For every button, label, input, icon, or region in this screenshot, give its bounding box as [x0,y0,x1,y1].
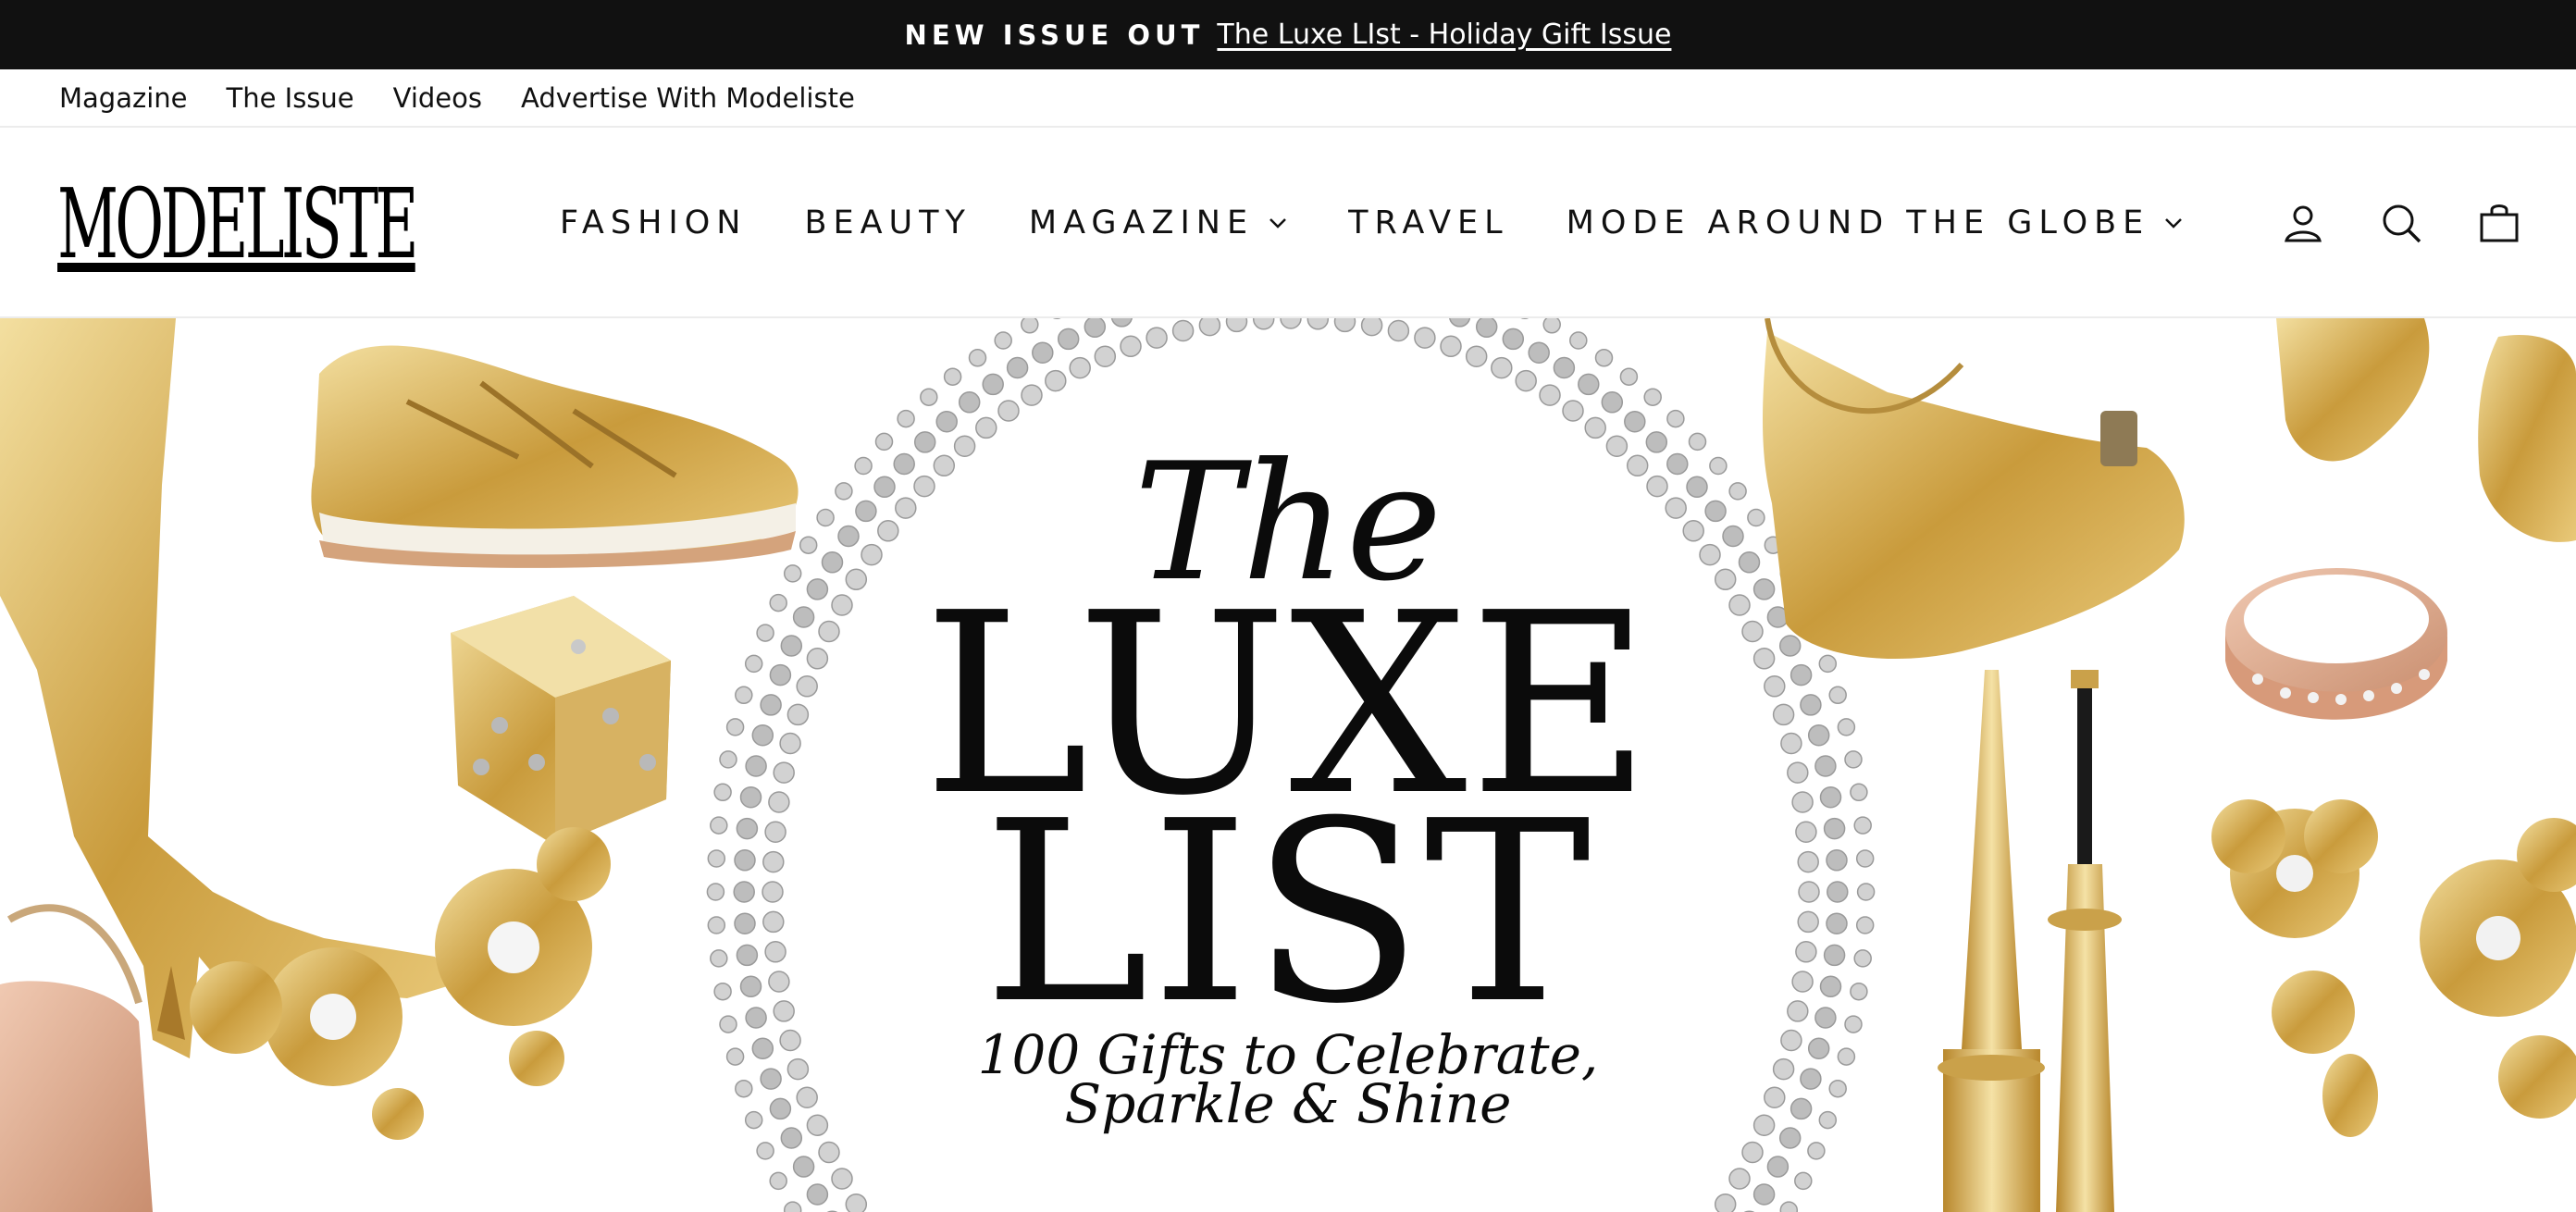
utility-nav: Magazine The Issue Videos Advertise With… [0,69,2576,128]
main-nav: FASHION BEAUTY MAGAZINE TRAVEL MODE AROU… [560,128,2186,318]
hero-banner[interactable]: The LUXE LIST 100 Gifts to Celebrate, Sp… [0,318,2576,1212]
announcement-kicker: NEW ISSUE OUT [904,19,1205,51]
nav-item-label: TRAVEL [1348,204,1509,241]
utility-link-the-issue[interactable]: The Issue [226,82,353,114]
site-header: MODELISTE FASHION BEAUTY MAGAZINE TRAVEL… [0,128,2576,318]
cart-icon[interactable] [2478,202,2520,244]
site-logo[interactable]: MODELISTE [57,176,418,272]
hero-title-list: LIST [983,767,1593,1058]
utility-link-videos[interactable]: Videos [393,82,482,114]
chevron-down-icon [2165,218,2183,229]
nav-item-mode-around-the-globe[interactable]: MODE AROUND THE GLOBE [1567,204,2187,241]
announcement-link[interactable]: The Luxe LIst - Holiday Gift Issue [1217,19,1671,51]
hero-subtitle-line2: Sparkle & Shine [1064,1072,1512,1135]
header-icons [2282,128,2520,318]
nav-item-label: FASHION [560,204,748,241]
nav-item-label: MAGAZINE [1028,204,1255,241]
announcement-bar: NEW ISSUE OUT The Luxe LIst - Holiday Gi… [0,0,2576,69]
nav-item-label: MODE AROUND THE GLOBE [1566,204,2150,241]
nav-item-fashion[interactable]: FASHION [560,204,747,241]
nav-item-beauty[interactable]: BEAUTY [804,204,971,241]
nav-item-travel[interactable]: TRAVEL [1348,204,1509,241]
account-icon[interactable] [2282,202,2324,244]
utility-link-magazine[interactable]: Magazine [59,82,187,114]
nav-item-magazine[interactable]: MAGAZINE [1029,204,1291,241]
chevron-down-icon [1269,218,1286,229]
utility-link-advertise[interactable]: Advertise With Modeliste [521,82,855,114]
nav-item-label: BEAUTY [804,204,972,241]
search-icon[interactable] [2380,202,2422,244]
